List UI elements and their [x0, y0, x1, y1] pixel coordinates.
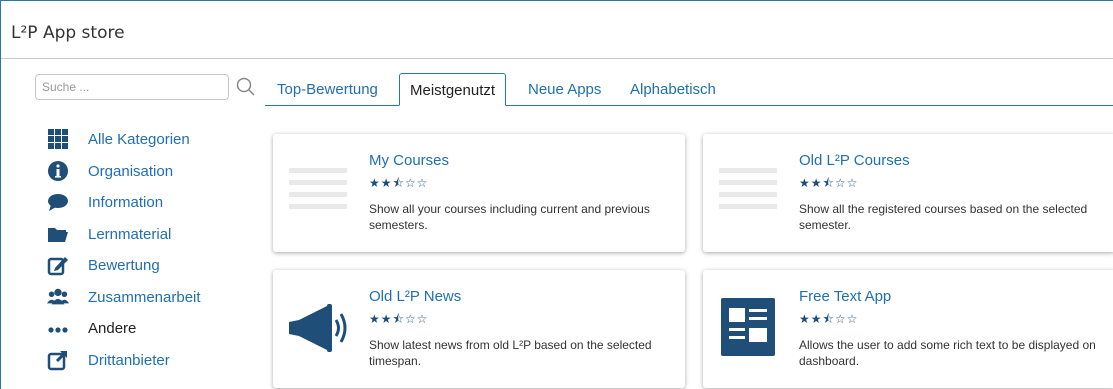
sidebar-item-label: Zusammenarbeit — [88, 288, 201, 306]
sidebar-item-label: Alle Kategorien — [88, 130, 190, 148]
sidebar-item-information[interactable]: Information — [47, 190, 163, 214]
header-divider — [1, 58, 1113, 59]
dots-icon — [47, 317, 69, 339]
rating-stars: ★★⯪☆☆ — [369, 312, 429, 326]
sidebar-item-label: Andere — [88, 319, 137, 337]
app-name: My Courses — [369, 152, 450, 169]
tab-meistgenutzt[interactable]: Meistgenutzt — [399, 73, 507, 106]
info-circle-icon — [47, 160, 69, 182]
app-name: Free Text App — [799, 288, 892, 305]
rating-stars: ★★⯪☆☆ — [799, 176, 859, 190]
search-input[interactable] — [35, 74, 229, 100]
sidebar-item-label: Drittanbieter — [88, 351, 170, 369]
list-icon — [719, 168, 777, 209]
app-name: Old L²P News — [369, 288, 462, 305]
app-card-old-l2p-courses[interactable]: Old L²P Courses ★★⯪☆☆ Show all the regis… — [703, 134, 1113, 252]
sidebar-item-alle-kategorien[interactable]: Alle Kategorien — [47, 127, 190, 151]
sidebar-item-zusammenarbeit[interactable]: Zusammenarbeit — [47, 285, 201, 309]
app-store-window: L²P App store Top-Bewertung Meistgenutzt… — [0, 0, 1113, 389]
app-description: Show all the registered courses based on… — [799, 202, 1088, 232]
sidebar-item-label: Lernmaterial — [88, 225, 172, 243]
app-card-my-courses[interactable]: My Courses ★★⯪☆☆ Show all your courses i… — [273, 134, 685, 252]
users-icon — [47, 286, 69, 308]
rating-stars: ★★⯪☆☆ — [799, 312, 859, 326]
external-link-icon — [47, 349, 69, 371]
sidebar-item-label: Information — [88, 193, 164, 211]
sidebar-item-label: Organisation — [88, 162, 174, 180]
edit-icon — [47, 254, 69, 276]
list-icon — [289, 168, 347, 209]
speech-bubble-icon — [47, 191, 69, 213]
tab-neue-apps[interactable]: Neue Apps — [528, 81, 601, 98]
sidebar-item-organisation[interactable]: Organisation — [47, 159, 173, 183]
sidebar-item-andere[interactable]: Andere — [47, 316, 136, 340]
text-layout-icon — [721, 298, 775, 356]
search-icon[interactable] — [235, 76, 257, 98]
sidebar-item-drittanbieter[interactable]: Drittanbieter — [47, 348, 170, 372]
tabs-baseline — [265, 105, 1113, 106]
grid-icon — [47, 128, 69, 150]
tab-top-bewertung[interactable]: Top-Bewertung — [277, 81, 378, 98]
sidebar-item-bewertung[interactable]: Bewertung — [47, 253, 160, 277]
sidebar-item-lernmaterial[interactable]: Lernmaterial — [47, 222, 171, 246]
sidebar-item-label: Bewertung — [88, 256, 160, 274]
folder-icon — [47, 223, 69, 245]
rating-stars: ★★⯪☆☆ — [369, 176, 429, 190]
app-description: Show all your courses including current … — [369, 202, 650, 232]
app-card-old-l2p-news[interactable]: Old L²P News ★★⯪☆☆ Show latest news from… — [273, 270, 685, 388]
app-description: Show latest news from old L²P based on t… — [369, 338, 652, 368]
tab-alphabetisch[interactable]: Alphabetisch — [630, 81, 716, 98]
app-name: Old L²P Courses — [799, 152, 910, 169]
app-description: Allows the user to add some rich text to… — [799, 338, 1096, 368]
megaphone-icon — [289, 304, 347, 352]
page-title: L²P App store — [11, 23, 125, 43]
app-card-free-text-app[interactable]: Free Text App ★★⯪☆☆ Allows the user to a… — [703, 270, 1113, 388]
